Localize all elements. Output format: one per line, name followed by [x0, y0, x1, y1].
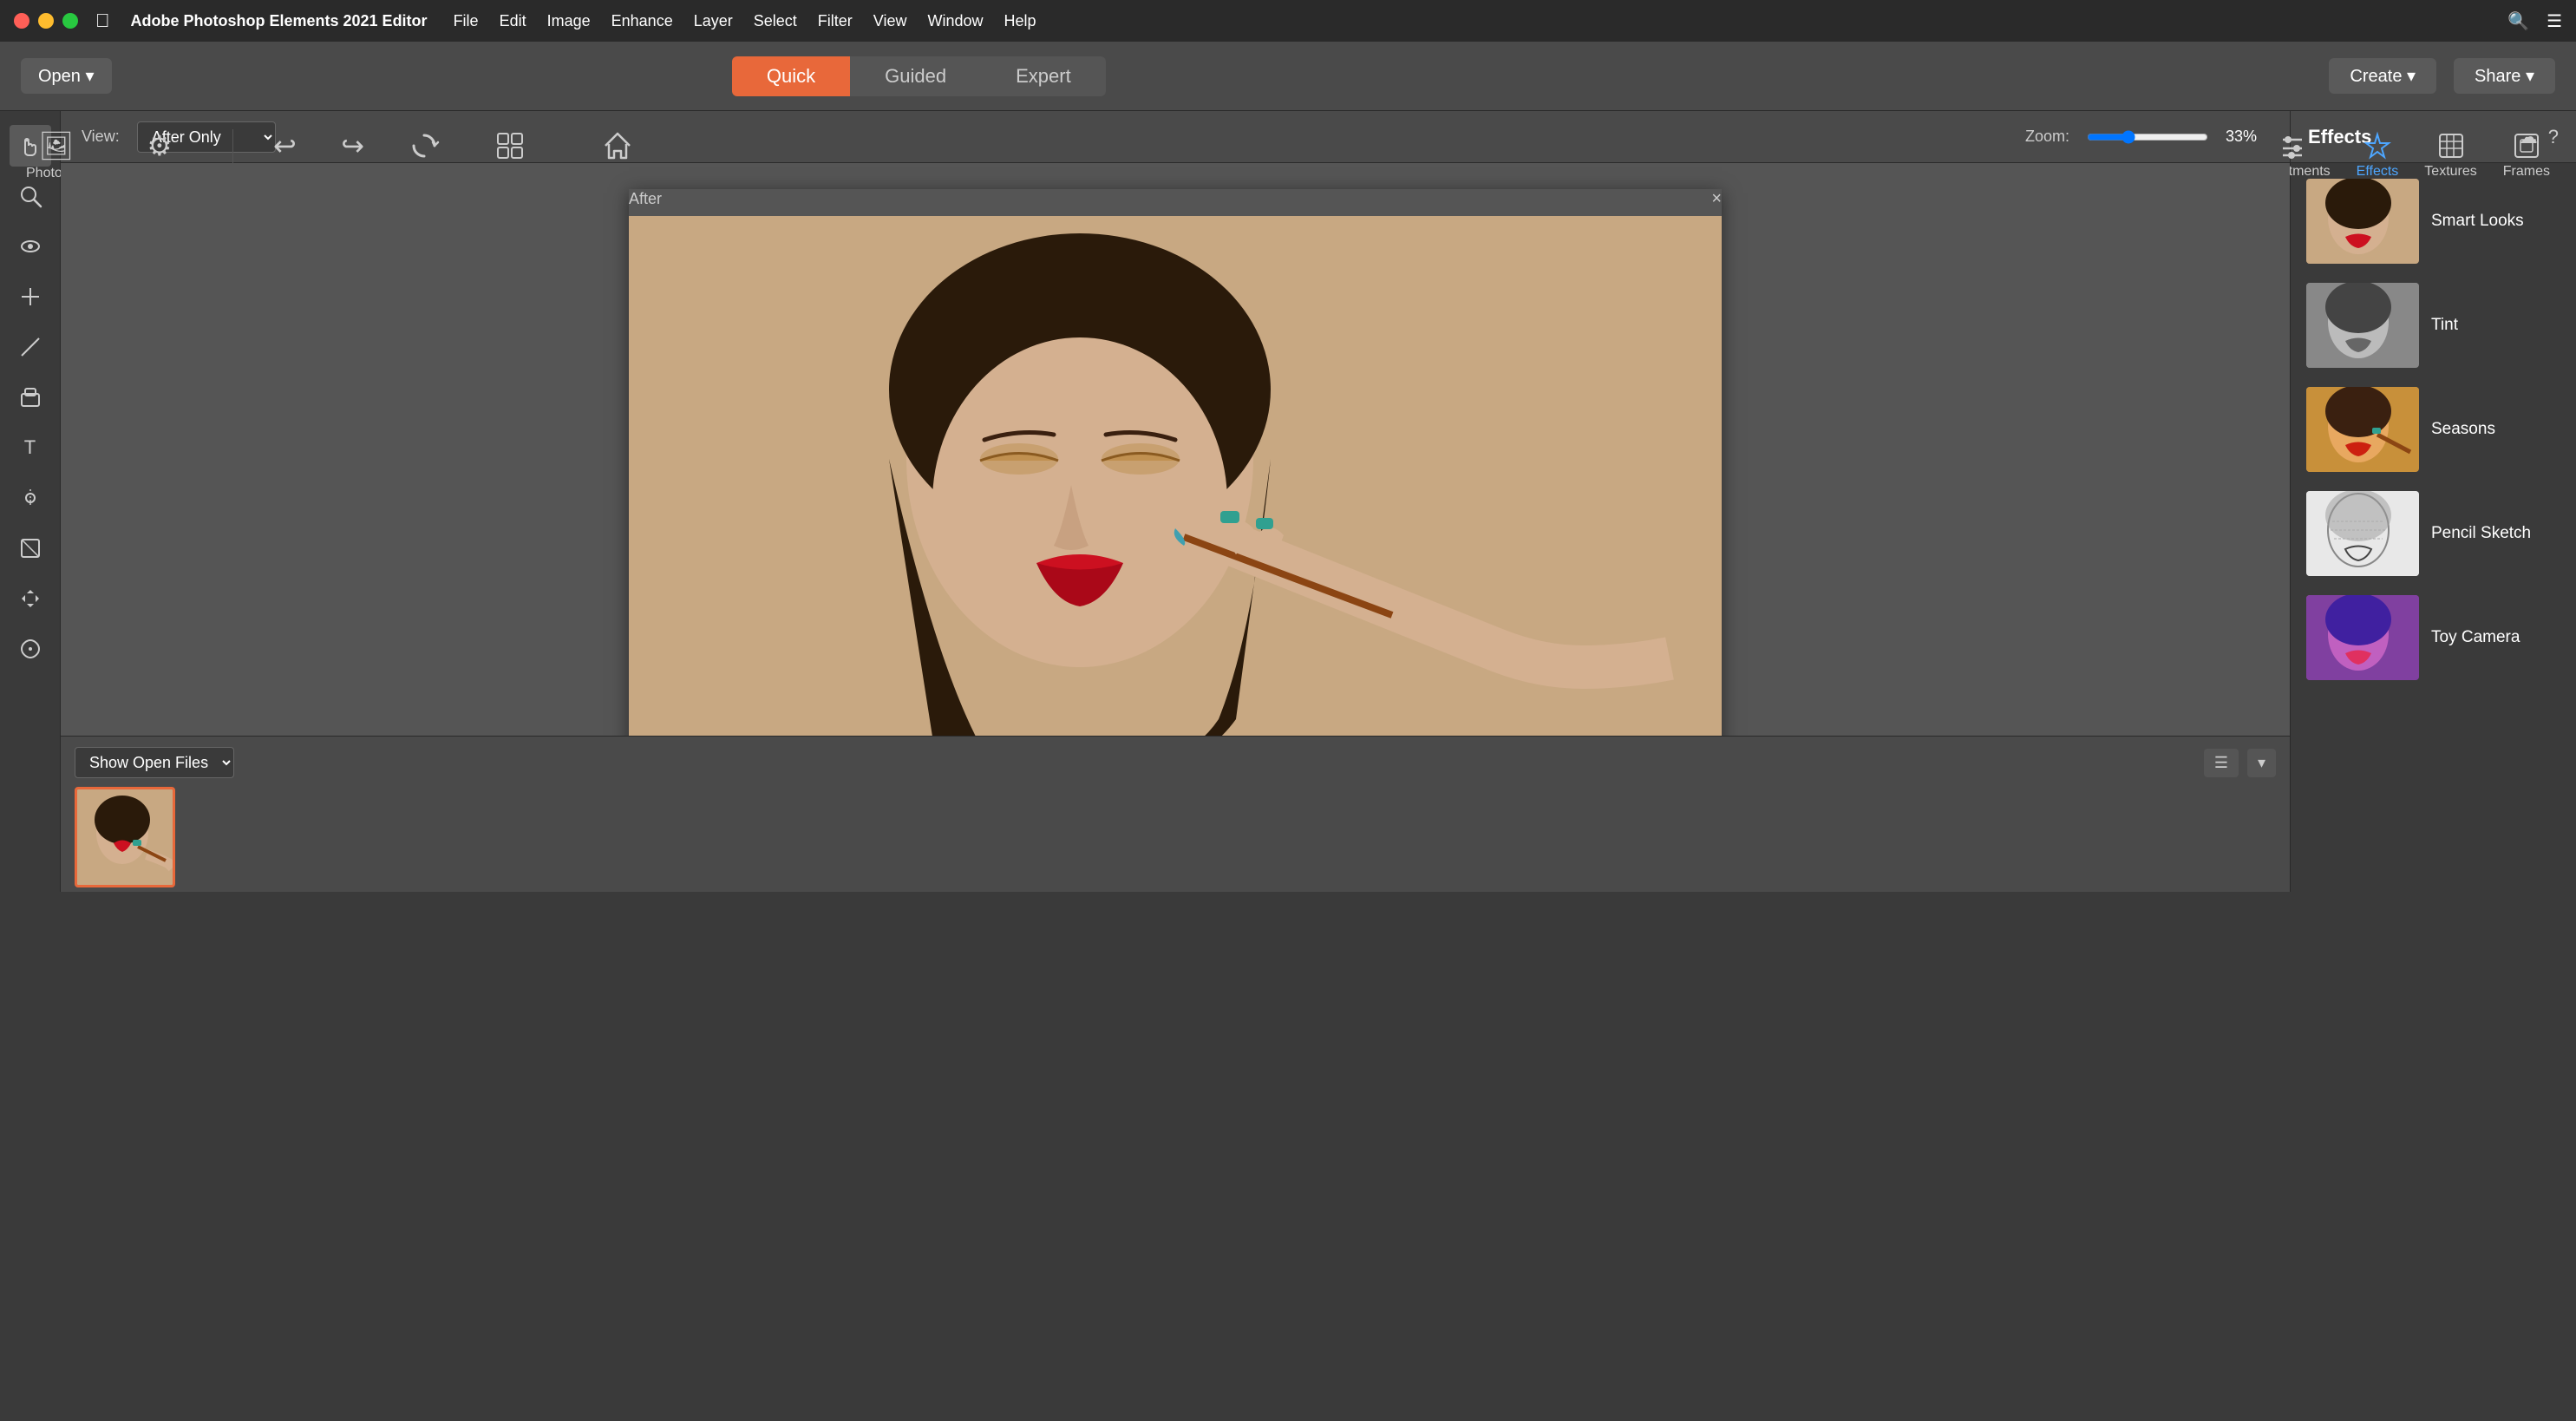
menu-image[interactable]: Image — [547, 12, 591, 30]
canvas-window-title: After — [629, 190, 662, 208]
menu-layer[interactable]: Layer — [694, 12, 733, 30]
tab-guided[interactable]: Guided — [850, 56, 981, 96]
open-button[interactable]: Open ▾ — [21, 58, 112, 94]
home-screen-icon — [602, 130, 633, 161]
menu-help[interactable]: Help — [1004, 12, 1036, 30]
effects-panel-icon — [2363, 131, 2392, 160]
close-button[interactable] — [14, 13, 29, 29]
red-eye-tool[interactable] — [10, 226, 51, 267]
redo-icon: ↪ — [341, 129, 364, 162]
zoom-tool[interactable] — [10, 175, 51, 217]
apple-menu[interactable]:  — [95, 10, 110, 32]
effect-name-pencil-sketch: Pencil Sketch — [2431, 524, 2531, 543]
effect-name-tint: Tint — [2431, 316, 2458, 335]
rotate-icon — [409, 130, 440, 161]
warp-tool[interactable] — [10, 628, 51, 670]
view-label: View: — [82, 128, 120, 146]
create-button[interactable]: Create ▾ — [2329, 58, 2436, 94]
canvas-window: After × — [629, 189, 1722, 736]
smart-fix-tool[interactable] — [10, 377, 51, 418]
photo-bin-thumbnails — [75, 787, 2276, 887]
bottom-panel-buttons: Adjustments Effects Textures Frames — [2254, 131, 2550, 180]
photo-bin-list-view[interactable]: ☰ — [2204, 749, 2239, 777]
frames-label: Frames — [2503, 164, 2550, 180]
menu-view[interactable]: View — [873, 12, 907, 30]
tools-panel: T — [0, 111, 61, 892]
canvas-window-header: After × — [629, 189, 1722, 209]
canvas-toolbar: View: After Only Before Only Before & Af… — [61, 111, 2290, 163]
textures-panel-button[interactable]: Textures — [2424, 131, 2476, 180]
toolbar-right-actions: Create ▾ Share ▾ — [2329, 58, 2555, 94]
effect-thumb-smart-looks — [2306, 179, 2419, 264]
tab-expert[interactable]: Expert — [981, 56, 1106, 96]
menu-bar:  Adobe Photoshop Elements 2021 Editor F… — [0, 0, 2576, 42]
menu-filter[interactable]: Filter — [818, 12, 853, 30]
share-button[interactable]: Share ▾ — [2454, 58, 2555, 94]
tab-quick[interactable]: Quick — [732, 56, 850, 96]
minimize-button[interactable] — [38, 13, 54, 29]
move-tool[interactable] — [10, 527, 51, 569]
effect-name-toy-camera: Toy Camera — [2431, 628, 2520, 647]
effect-item-smart-looks[interactable]: Smart Looks — [2299, 172, 2567, 271]
undo-icon: ↩ — [273, 129, 297, 162]
menu-window[interactable]: Window — [927, 12, 983, 30]
effect-item-tint[interactable]: Tint — [2299, 276, 2567, 375]
effects-panel: Effects ☁ ? Smart Looks — [2290, 111, 2576, 892]
menu-select[interactable]: Select — [754, 12, 797, 30]
zoom-label: Zoom: — [2025, 128, 2069, 146]
canvas-photo — [629, 216, 1722, 736]
adjustments-icon — [2278, 131, 2307, 160]
canvas-container: After × — [61, 163, 2290, 736]
canvas-image — [629, 216, 1722, 736]
menu-enhance[interactable]: Enhance — [611, 12, 673, 30]
effect-item-toy-camera[interactable]: Toy Camera — [2299, 588, 2567, 687]
search-icon[interactable]: 🔍 — [2507, 10, 2529, 32]
whiten-teeth-tool[interactable] — [10, 276, 51, 318]
effect-item-pencil-sketch[interactable]: Pencil Sketch — [2299, 484, 2567, 583]
frames-icon — [2512, 131, 2541, 160]
organizer-icon — [494, 130, 526, 161]
photo-bin-toolbar: Show Open Files Show All Files ☰ ▾ — [75, 747, 2276, 778]
show-open-files-select[interactable]: Show Open Files Show All Files — [75, 747, 234, 778]
effect-thumb-toy-camera — [2306, 595, 2419, 680]
effect-name-smart-looks: Smart Looks — [2431, 212, 2524, 231]
maximize-button[interactable] — [62, 13, 78, 29]
healing-tool[interactable] — [10, 477, 51, 519]
textures-label: Textures — [2424, 164, 2476, 180]
effect-name-seasons: Seasons — [2431, 420, 2495, 439]
straighten-tool[interactable] — [10, 326, 51, 368]
textures-icon — [2436, 131, 2466, 160]
effect-item-seasons[interactable]: Seasons — [2299, 380, 2567, 479]
photo-bin-grid-view[interactable]: ▾ — [2247, 749, 2276, 777]
frames-panel-button[interactable]: Frames — [2503, 131, 2550, 180]
photo-thumbnail-1[interactable] — [75, 787, 175, 887]
effect-thumb-seasons — [2306, 387, 2419, 472]
menu-edit[interactable]: Edit — [500, 12, 526, 30]
canvas-close-button[interactable]: × — [1711, 189, 1722, 209]
tool-options-icon: ⚙ — [147, 129, 173, 162]
photo-bin-icon: 🖼 — [38, 129, 74, 162]
menu-bar-right: 🔍 ☰ — [2507, 10, 2562, 32]
app-name: Adobe Photoshop Elements 2021 Editor — [131, 12, 428, 30]
menu-file[interactable]: File — [454, 12, 479, 30]
photo-bin-area: Show Open Files Show All Files ☰ ▾ — [61, 736, 2290, 892]
traffic-lights — [14, 13, 78, 29]
effects-panel-button[interactable]: Effects — [2357, 131, 2399, 180]
crop-tool[interactable]: T — [10, 427, 51, 468]
effects-list: Smart Looks Tint — [2291, 163, 2576, 892]
main-toolbar: Open ▾ Quick Guided Expert Create ▾ Shar… — [0, 42, 2576, 111]
zoom-slider[interactable] — [2087, 130, 2208, 144]
transform-tool[interactable] — [10, 578, 51, 619]
canvas-area-wrapper: View: After Only Before Only Before & Af… — [61, 111, 2290, 892]
effect-thumb-pencil-sketch — [2306, 491, 2419, 576]
mode-tabs: Quick Guided Expert — [732, 56, 1106, 96]
effects-panel-label: Effects — [2357, 164, 2399, 180]
effect-thumb-tint — [2306, 283, 2419, 368]
menu-icon[interactable]: ☰ — [2547, 10, 2562, 32]
